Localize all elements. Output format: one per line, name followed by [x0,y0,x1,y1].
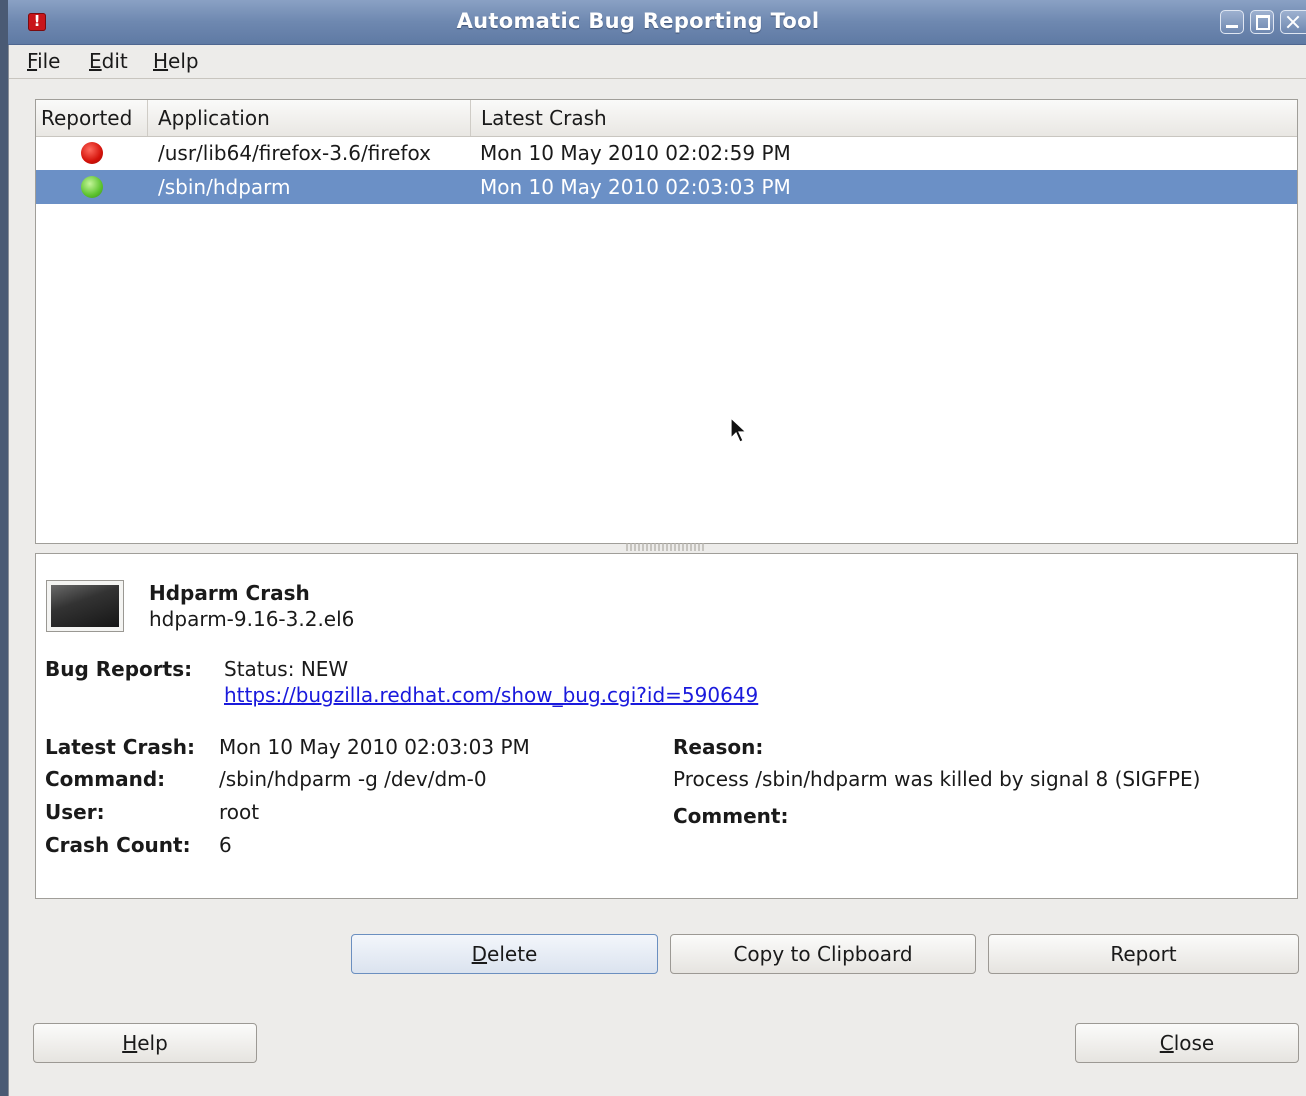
window-title: Automatic Bug Reporting Tool [456,9,820,33]
menu-file-mnemonic: F [27,49,38,73]
menu-help-label: elp [168,49,199,73]
menu-help[interactable]: Help [153,49,199,73]
close-button[interactable]: Close [1075,1023,1299,1063]
row-application: /usr/lib64/firefox-3.6/firefox [158,141,431,165]
menu-edit-mnemonic: E [89,49,102,73]
menu-edit[interactable]: Edit [89,49,128,73]
minimize-icon[interactable] [1220,10,1244,34]
delete-button[interactable]: Delete [351,934,658,974]
row-latest-crash: Mon 10 May 2010 02:02:59 PM [480,141,791,165]
pane-resize-handle[interactable] [626,543,706,551]
reason-value: Process /sbin/hdparm was killed by signa… [673,767,1201,791]
crash-title: Hdparm Crash [149,581,310,605]
reason-label: Reason: [673,735,764,759]
delete-mnemonic: D [471,942,488,966]
menu-edit-label: dit [101,49,128,73]
maximize-icon[interactable] [1250,10,1274,34]
delete-label: elete [487,942,538,966]
user-label: User: [45,800,105,824]
close-window-icon[interactable] [1280,10,1306,34]
user-value: root [219,800,260,824]
copy-to-clipboard-button[interactable]: Copy to Clipboard [670,934,976,974]
bug-status: Status: NEW [224,657,349,681]
crash-details-panel: Hdparm Crash hdparm-9.16-3.2.el6 Bug Rep… [35,553,1298,899]
command-label: Command: [45,767,166,791]
help-button[interactable]: Help [33,1023,257,1063]
crash-count-label: Crash Count: [45,833,191,857]
help-mnemonic: H [122,1031,138,1055]
table-row[interactable]: /usr/lib64/firefox-3.6/firefox Mon 10 Ma… [36,136,1297,170]
close-mnemonic: C [1159,1031,1174,1055]
row-latest-crash: Mon 10 May 2010 02:03:03 PM [480,175,791,199]
not-reported-status-icon [81,142,103,164]
title-bar[interactable]: Automatic Bug Reporting Tool [8,0,1306,45]
row-application: /sbin/hdparm [158,175,291,199]
column-header-reported[interactable]: Reported [36,100,148,136]
column-header-latest-crash[interactable]: Latest Crash [472,100,1296,136]
command-value: /sbin/hdparm -g /dev/dm-0 [219,767,487,791]
report-button[interactable]: Report [988,934,1299,974]
bug-reports-label: Bug Reports: [45,657,193,681]
list-header: Reported Application Latest Crash [36,100,1297,137]
reported-status-icon [81,176,103,198]
mouse-pointer-icon [730,417,748,443]
crash-list[interactable]: Reported Application Latest Crash /usr/l… [35,99,1298,544]
close-label: lose [1173,1031,1215,1055]
bug-url-link[interactable]: https://bugzilla.redhat.com/show_bug.cgi… [224,683,758,707]
column-header-application[interactable]: Application [149,100,471,136]
desktop-edge [0,0,8,1096]
help-label: elp [137,1031,168,1055]
latest-crash-label: Latest Crash: [45,735,195,759]
menu-file-label: ile [37,49,61,73]
window-frame-left [8,42,9,1096]
crash-package: hdparm-9.16-3.2.el6 [149,607,355,631]
menu-bar: File Edit Help [9,44,1306,79]
comment-label: Comment: [673,804,789,828]
menu-file[interactable]: File [27,49,60,73]
crash-count-value: 6 [219,833,232,857]
latest-crash-value: Mon 10 May 2010 02:03:03 PM [219,735,530,759]
table-row-selected[interactable]: /sbin/hdparm Mon 10 May 2010 02:03:03 PM [36,170,1297,204]
menu-help-mnemonic: H [153,49,169,73]
crash-screen-icon [46,580,124,632]
